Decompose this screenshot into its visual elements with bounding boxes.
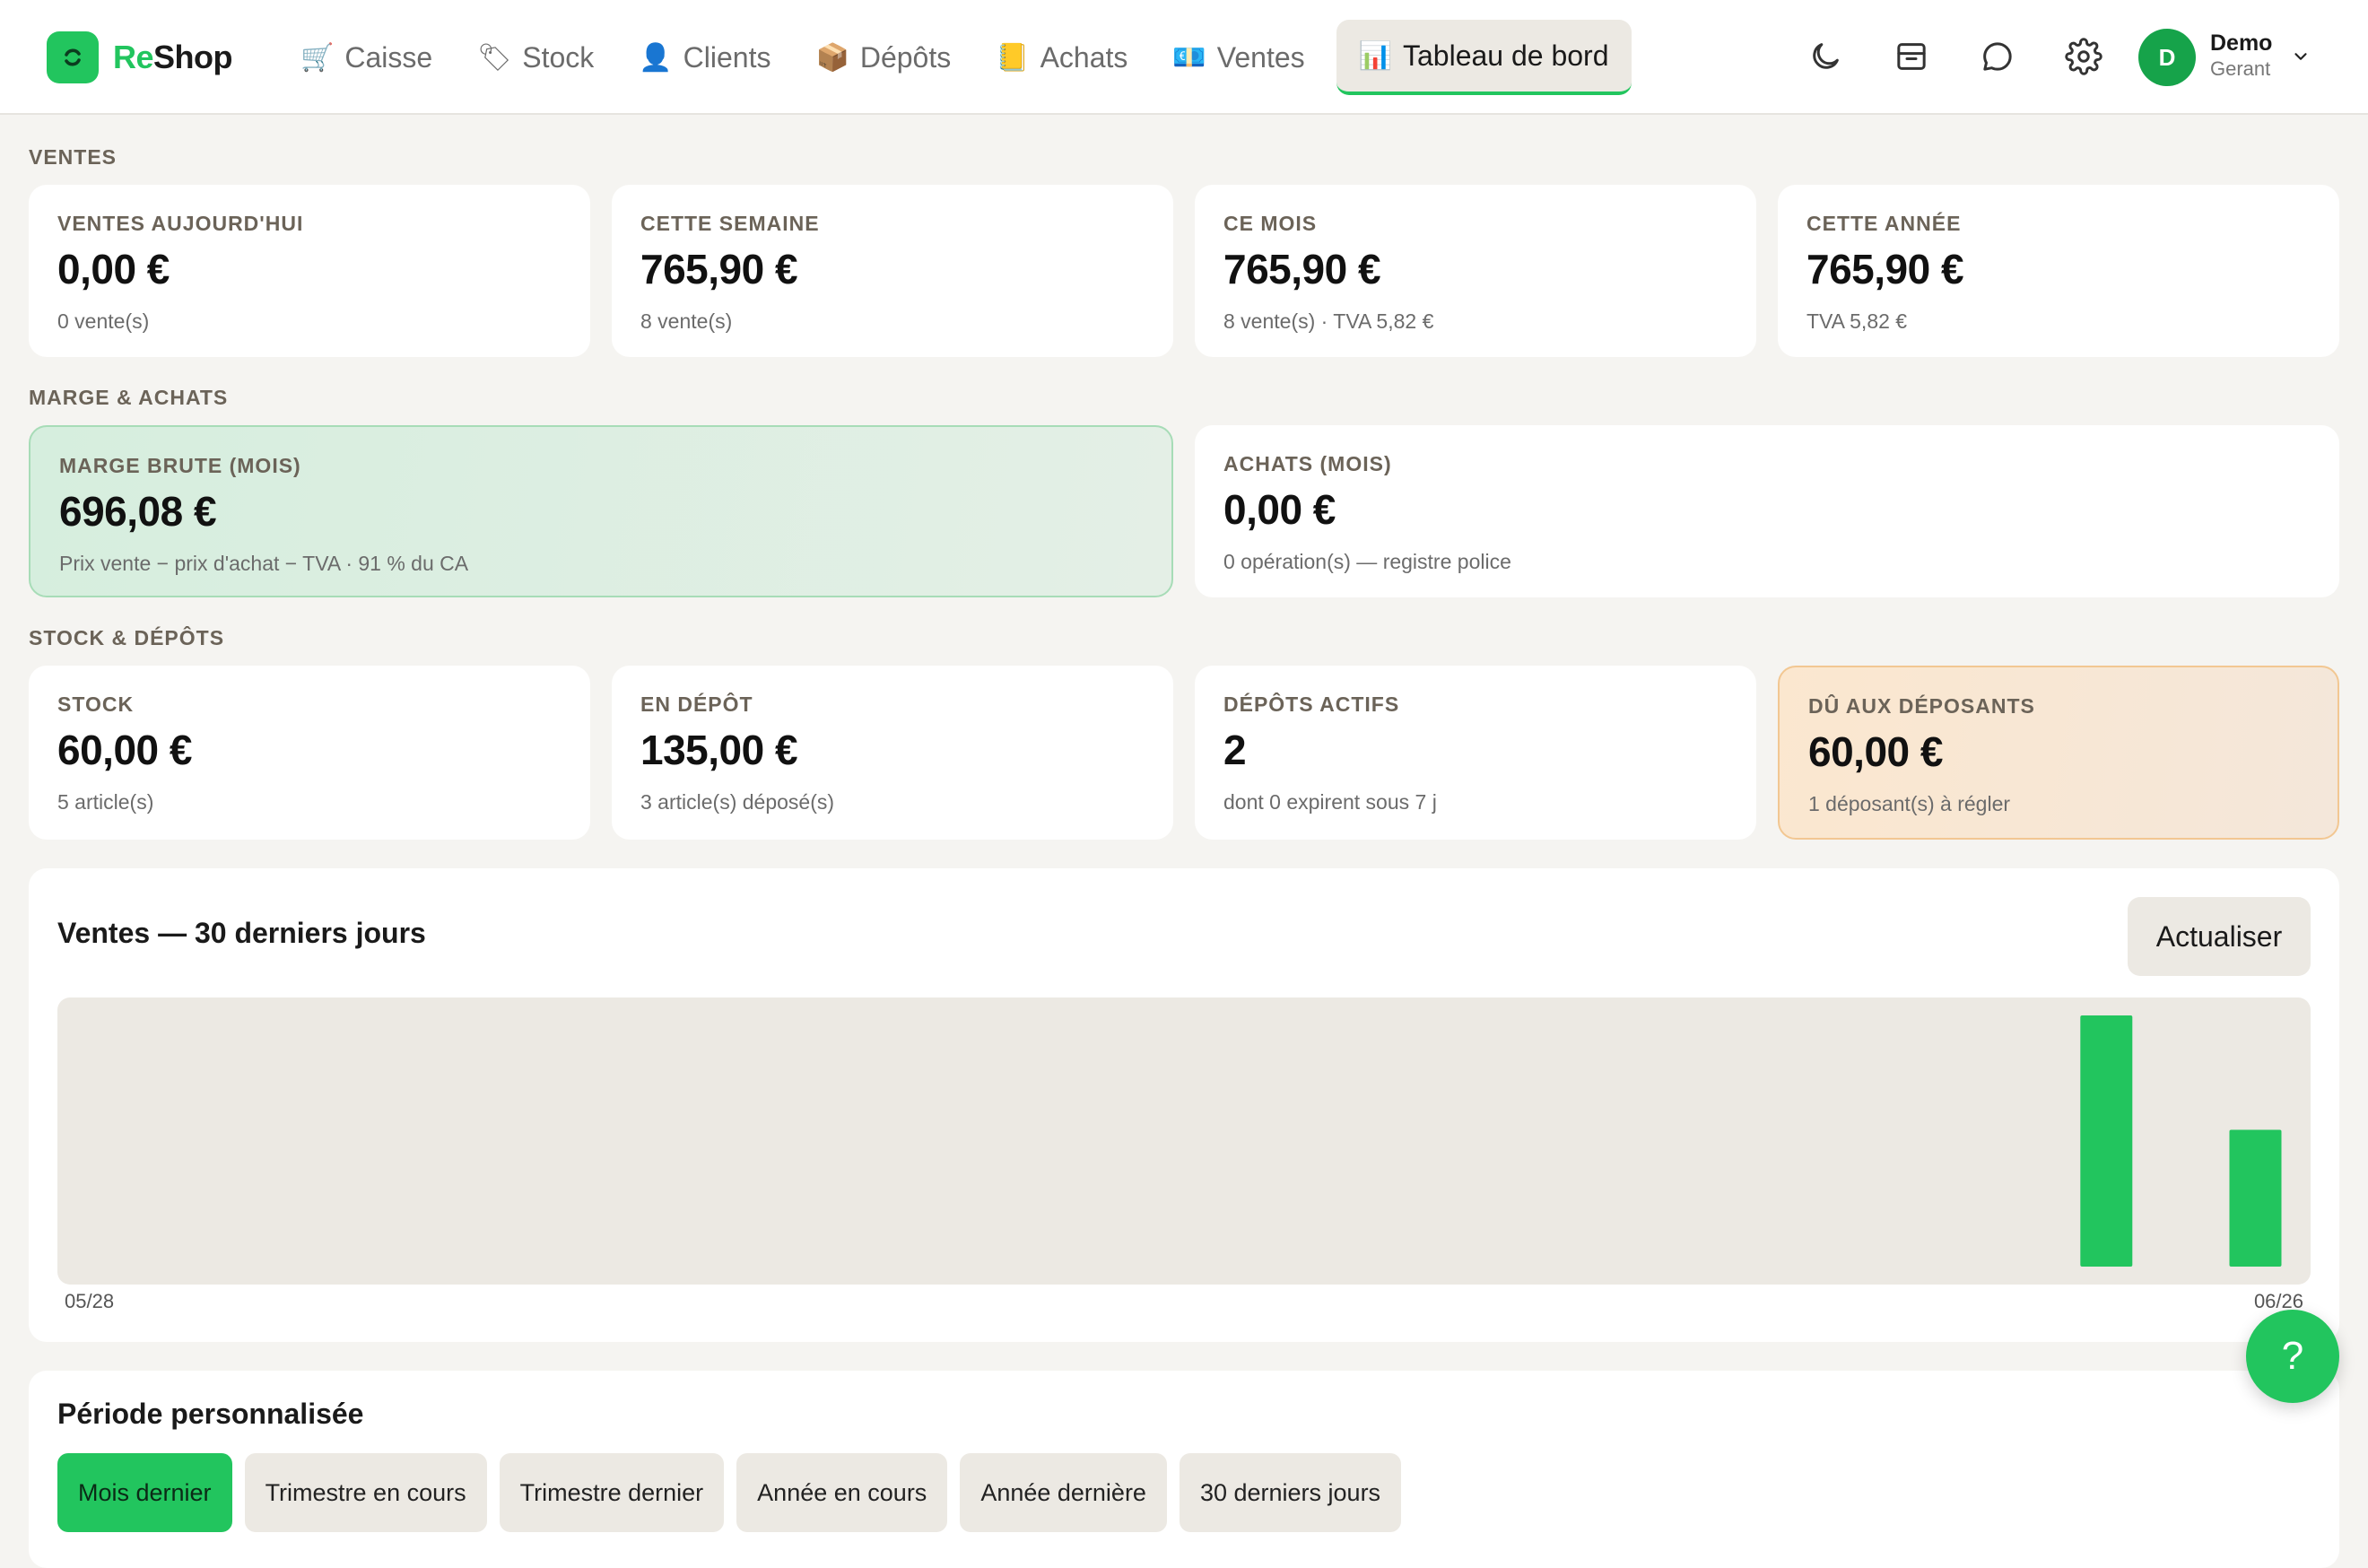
period-button-annee-en-cours[interactable]: Année en cours [736,1453,948,1532]
kpi-sub: TVA 5,82 € [1806,309,1908,333]
brand-name: ReShop [113,39,233,76]
kpi-sub: Prix vente − prix d'achat − TVA · 91 % d… [59,552,469,575]
nav-label: Ventes [1216,40,1305,74]
kpi-card-cette-semaine: CETTE SEMAINE 765,90 € 8 vente(s) [612,185,1173,357]
nav-item-achats[interactable]: 📒 Achats [973,20,1150,95]
main-nav: 🛒 Caisse 🏷 Stock 👤 Clients 📦 Dépôts 📒 Ac… [278,18,1632,97]
nav-item-tableau-de-bord[interactable]: 📊 Tableau de bord [1336,20,1632,95]
brand-name-shop: Shop [153,39,233,75]
kpi-label: STOCK [57,693,135,716]
period-button-annee-derniere[interactable]: Année dernière [960,1453,1167,1532]
kpi-value: 696,08 € [59,488,217,535]
kpi-label: VENTES AUJOURD'HUI [57,212,304,235]
period-button-trimestre-dernier[interactable]: Trimestre dernier [499,1453,725,1532]
bar-chart-icon: 📊 [1358,40,1392,71]
kpi-label: EN DÉPÔT [640,693,753,716]
period-button-trimestre-en-cours[interactable]: Trimestre en cours [244,1453,487,1532]
kpi-value: 765,90 € [1223,246,1381,292]
nav-label: Dépôts [859,40,952,74]
custom-period-card: Période personnalisée Mois dernier Trime… [29,1371,2339,1568]
kpi-sub: 0 vente(s) [57,309,150,333]
period-title: Période personnalisée [57,1398,364,1430]
chat-icon[interactable] [1977,36,2018,77]
x-axis-start-label: 05/28 [65,1290,115,1312]
period-button-30-derniers-jours[interactable]: 30 derniers jours [1179,1453,1402,1532]
section-title-stock-depots: STOCK & DÉPÔTS [29,626,225,649]
kpi-sub: 3 article(s) déposé(s) [640,790,835,814]
nav-label: Clients [683,40,771,74]
kpi-sub: dont 0 expirent sous 7 j [1223,790,1437,814]
kpi-label: ACHATS (MOIS) [1223,452,1392,475]
chart-title: Ventes — 30 derniers jours [57,917,426,949]
archive-icon[interactable] [1891,36,1932,77]
kpi-value: 2 [1223,727,1247,773]
user-role: Gerant [2210,57,2271,80]
kpi-value: 60,00 € [1808,728,1943,775]
kpi-card-ce-mois: CE MOIS 765,90 € 8 vente(s) · TVA 5,82 € [1195,185,1756,357]
kpi-value: 0,00 € [57,246,170,292]
kpi-sub: 0 opération(s) — registre police [1223,550,1511,573]
kpi-sub: 8 vente(s) [640,309,733,333]
reshop-logo-icon [47,31,99,83]
kpi-card-achats-mois: ACHATS (MOIS) 0,00 € 0 opération(s) — re… [1195,425,2339,597]
kpi-sub: 8 vente(s) · TVA 5,82 € [1223,309,1434,333]
moon-icon[interactable] [1805,36,1846,77]
chart-bar-06-24 [2080,1015,2133,1267]
period-button-mois-dernier[interactable]: Mois dernier [57,1453,232,1532]
nav-item-ventes[interactable]: 💶 Ventes [1150,20,1327,95]
kpi-label: CE MOIS [1223,212,1318,235]
kpi-card-du-aux-deposants: DÛ AUX DÉPOSANTS 60,00 € 1 déposant(s) à… [1778,666,2339,840]
nav-label: Achats [1040,40,1128,74]
kpi-card-marge-brute: MARGE BRUTE (MOIS) 696,08 € Prix vente −… [29,425,1173,597]
kpi-value: 60,00 € [57,727,192,773]
kpi-value: 765,90 € [1806,246,1964,292]
kpi-value: 135,00 € [640,727,798,773]
nav-item-clients[interactable]: 👤 Clients [616,20,793,95]
sales-chart-card: Ventes — 30 derniers jours Actualiser 05… [29,868,2339,1342]
help-button[interactable]: ? [2246,1310,2339,1403]
user-name[interactable]: Demo [2210,30,2272,57]
kpi-card-depots-actifs: DÉPÔTS ACTIFS 2 dont 0 expirent sous 7 j [1195,666,1756,840]
brand-name-re: Re [113,39,154,75]
kpi-value: 765,90 € [640,246,798,292]
nav-label: Caisse [344,40,433,74]
brand[interactable]: ReShop [47,31,233,83]
section-title-ventes: VENTES [29,145,118,169]
period-button-group: Mois dernier Trimestre en cours Trimestr… [57,1453,1402,1532]
nav-item-stock[interactable]: 🏷 Stock [455,20,616,95]
kpi-label: MARGE BRUTE (MOIS) [59,454,301,477]
nav-label: Tableau de bord [1402,39,1609,72]
nav-label: Stock [522,40,595,74]
ledger-icon: 📒 [996,42,1030,73]
kpi-label: CETTE ANNÉE [1806,212,1962,235]
chevron-down-icon[interactable] [2291,47,2311,71]
section-title-marge-achats: MARGE & ACHATS [29,386,229,409]
kpi-card-ventes-aujourdhui: VENTES AUJOURD'HUI 0,00 € 0 vente(s) [29,185,590,357]
kpi-label: DÛ AUX DÉPOSANTS [1808,694,2035,718]
kpi-card-stock: STOCK 60,00 € 5 article(s) [29,666,590,840]
nav-item-caisse[interactable]: 🛒 Caisse [278,20,455,95]
chart-bar-06-26 [2229,1129,2282,1267]
kpi-label: CETTE SEMAINE [640,212,820,235]
tag-icon: 🏷 [477,42,512,73]
kpi-value: 0,00 € [1223,486,1336,533]
chart-plot-area [57,997,2311,1285]
package-icon: 📦 [815,42,849,73]
nav-item-depots[interactable]: 📦 Dépôts [793,20,973,95]
cart-icon: 🛒 [300,42,335,73]
kpi-sub: 5 article(s) [57,790,154,814]
refresh-button[interactable]: Actualiser [2128,897,2311,976]
kpi-sub: 1 déposant(s) à régler [1808,792,2011,815]
kpi-card-en-depot: EN DÉPÔT 135,00 € 3 article(s) déposé(s) [612,666,1173,840]
gear-icon[interactable] [2063,36,2104,77]
kpi-card-cette-annee: CETTE ANNÉE 765,90 € TVA 5,82 € [1778,185,2339,357]
user-icon: 👤 [639,42,673,73]
euro-banknote-icon: 💶 [1172,42,1206,73]
top-navigation-bar: ReShop 🛒 Caisse 🏷 Stock 👤 Clients 📦 Dépô… [0,0,2368,115]
avatar[interactable]: D [2138,29,2196,86]
kpi-label: DÉPÔTS ACTIFS [1223,693,1400,716]
sales-bar-chart [57,997,2311,1285]
